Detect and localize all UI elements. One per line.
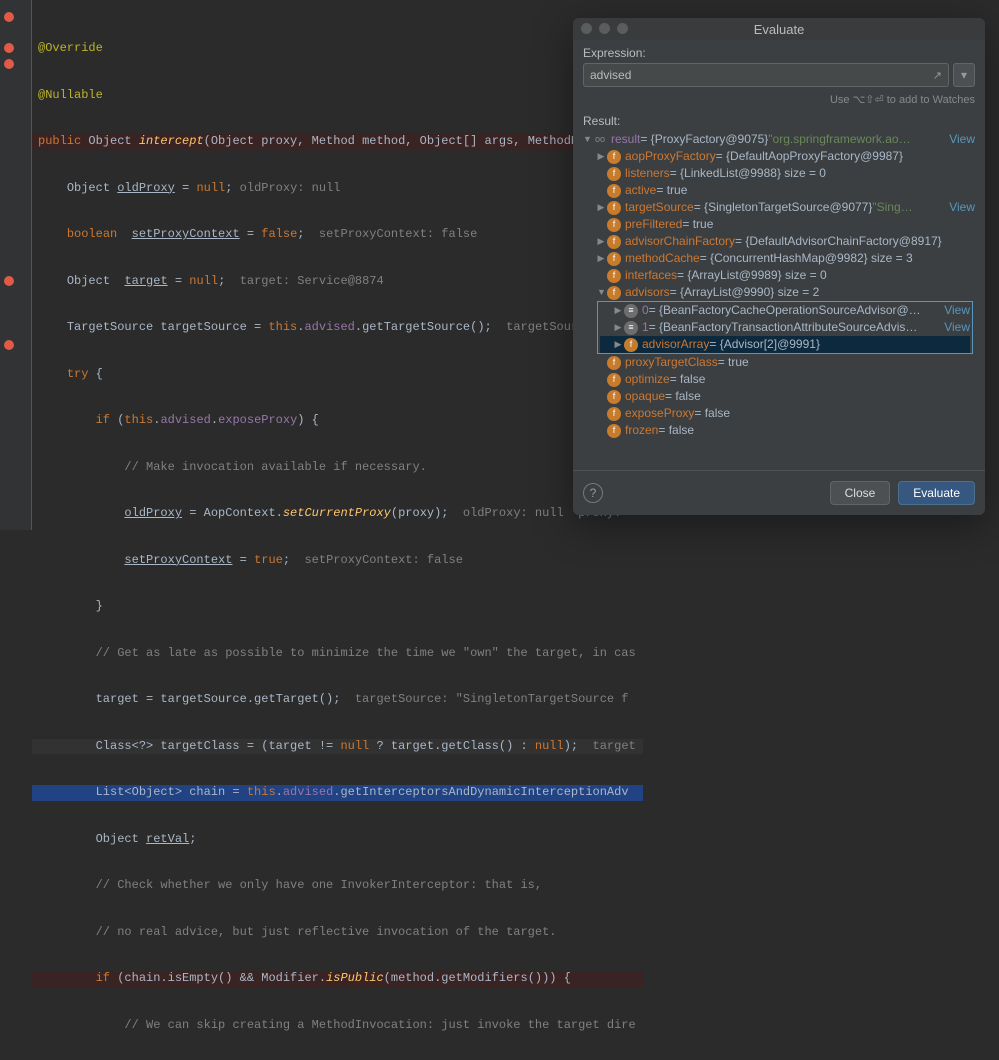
expand-icon[interactable]: ▶ <box>597 148 605 165</box>
field-icon: f <box>607 269 621 283</box>
expression-label: Expression: <box>583 46 975 60</box>
evaluate-dialog: Evaluate Expression: advised ↗ ▾ Use ⌥⇧⏎… <box>573 18 985 515</box>
tree-row[interactable]: finterfaces = {ArrayList@9989} size = 0 <box>583 267 975 284</box>
gutter-marker[interactable] <box>4 12 14 22</box>
field-icon: f <box>607 252 621 266</box>
field-icon: f <box>607 424 621 438</box>
annotation: @Override <box>38 41 103 55</box>
gutter-marker[interactable] <box>4 43 14 53</box>
help-button[interactable]: ? <box>583 483 603 503</box>
dialog-title-bar[interactable]: Evaluate <box>573 18 985 40</box>
field-icon: f <box>607 184 621 198</box>
expand-icon[interactable]: ▶ <box>597 233 605 250</box>
field-icon: f <box>624 338 638 352</box>
expand-icon[interactable]: ▶ <box>597 199 605 216</box>
tree-row[interactable]: fopaque = false <box>583 388 975 405</box>
tree-row[interactable]: factive = true <box>583 182 975 199</box>
field-icon: f <box>607 235 621 249</box>
expand-icon[interactable]: ▶ <box>614 336 622 353</box>
field-icon: ≡ <box>624 304 638 318</box>
evaluate-button[interactable]: Evaluate <box>898 481 975 505</box>
field-icon: f <box>607 150 621 164</box>
tree-row[interactable]: ▶ftargetSource = {SingletonTargetSource@… <box>583 199 975 216</box>
tree-row[interactable]: ▶≡0 = {BeanFactoryCacheOperationSourceAd… <box>600 302 970 319</box>
expression-value: advised <box>590 68 631 82</box>
field-icon: ≡ <box>624 321 638 335</box>
watch-hint: Use ⌥⇧⏎ to add to Watches <box>583 93 975 106</box>
expression-input[interactable]: advised ↗ <box>583 63 949 87</box>
breakpoint-icon[interactable] <box>4 340 14 350</box>
field-icon: f <box>607 218 621 232</box>
expand-icon[interactable]: ▼ <box>583 131 591 148</box>
tree-row-advisors[interactable]: ▼f advisors = {ArrayList@9990} size = 2 <box>583 284 975 301</box>
expand-icon[interactable]: ↗ <box>933 69 942 82</box>
tree-row-result[interactable]: ▼oo result = {ProxyFactory@9075} "org.sp… <box>583 131 975 148</box>
tree-row[interactable]: ▶faopProxyFactory = {DefaultAopProxyFact… <box>583 148 975 165</box>
view-link[interactable]: View <box>943 131 975 148</box>
tree-row[interactable]: ffrozen = false <box>583 422 975 439</box>
tree-row[interactable]: foptimize = false <box>583 371 975 388</box>
tree-row[interactable]: fpreFiltered = true <box>583 216 975 233</box>
field-icon: f <box>607 373 621 387</box>
field-icon: f <box>607 407 621 421</box>
tree-row[interactable]: ▶≡1 = {BeanFactoryTransactionAttributeSo… <box>600 319 970 336</box>
tree-row[interactable]: fproxyTargetClass = true <box>583 354 975 371</box>
tree-row[interactable]: ▶fmethodCache = {ConcurrentHashMap@9982}… <box>583 250 975 267</box>
collapse-icon[interactable]: ▼ <box>597 284 605 301</box>
field-icon: f <box>607 356 621 370</box>
expand-icon[interactable]: ▶ <box>597 250 605 267</box>
field-icon: f <box>607 201 621 215</box>
gutter <box>0 0 32 530</box>
tree-row[interactable]: flisteners = {LinkedList@9988} size = 0 <box>583 165 975 182</box>
dialog-title: Evaluate <box>754 22 805 37</box>
tree-row[interactable]: ▶fadvisorChainFactory = {DefaultAdvisorC… <box>583 233 975 250</box>
dialog-footer: ? Close Evaluate <box>573 470 985 515</box>
result-label: Result: <box>583 114 975 128</box>
view-link[interactable]: View <box>943 199 975 216</box>
object-icon: oo <box>593 133 607 147</box>
breakpoint-icon[interactable] <box>4 59 14 69</box>
field-icon: f <box>607 167 621 181</box>
field-icon: f <box>607 286 621 300</box>
view-link[interactable]: View <box>938 302 970 319</box>
tree-row[interactable]: fexposeProxy = false <box>583 405 975 422</box>
code-area[interactable]: @Override @Nullable public Object interc… <box>38 10 643 1060</box>
window-controls[interactable] <box>581 23 628 34</box>
history-dropdown[interactable]: ▾ <box>953 63 975 87</box>
tree-row-advisorArray[interactable]: ▶f advisorArray = {Advisor[2]@9991} <box>600 336 970 353</box>
result-tree[interactable]: ▼oo result = {ProxyFactory@9075} "org.sp… <box>583 131 975 460</box>
expand-icon[interactable]: ▶ <box>614 302 622 319</box>
close-button[interactable]: Close <box>830 481 891 505</box>
expand-icon[interactable]: ▶ <box>614 319 622 336</box>
breakpoint-icon[interactable] <box>4 276 14 286</box>
annotation: @Nullable <box>38 88 103 102</box>
field-icon: f <box>607 390 621 404</box>
view-link[interactable]: View <box>938 319 970 336</box>
